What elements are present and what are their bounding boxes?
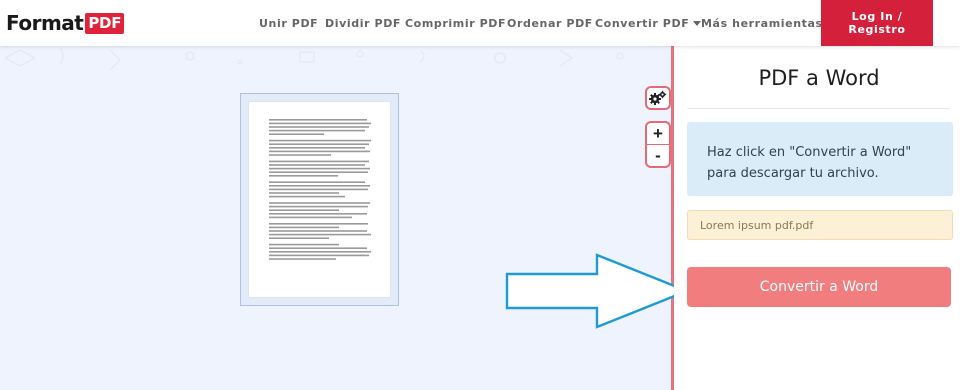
convert-to-word-button[interactable]: Convertir a Word — [687, 267, 951, 307]
page-text-line — [269, 192, 339, 194]
arrow-right-icon — [505, 253, 690, 329]
nav-slot: Más herramientas — [701, 0, 835, 46]
background-pattern — [3, 47, 624, 71]
zoom-out-button[interactable]: - — [645, 144, 671, 168]
page-text-line — [269, 119, 367, 121]
page-text-line — [269, 171, 368, 173]
page-text-line — [269, 247, 367, 249]
pdf-viewer: + - — [0, 46, 672, 390]
page-text-line — [269, 230, 367, 232]
nav-item-ordenar-pdf[interactable]: Ordenar PDF — [507, 17, 593, 30]
file-name-field: Lorem ipsum pdf.pdf — [687, 210, 953, 240]
page-text-line — [269, 167, 370, 170]
page-text-line — [269, 258, 336, 260]
panel-title: PDF a Word — [758, 66, 880, 90]
nav-item-mas-herramientas[interactable]: Más herramientas — [701, 17, 835, 30]
gear-icon — [649, 90, 667, 105]
page-text-line — [269, 202, 370, 204]
page-text-line — [269, 185, 370, 187]
logo-text: Format — [6, 11, 84, 35]
page-text-line — [269, 251, 371, 253]
page-text-line — [269, 205, 368, 208]
page-text-line — [269, 188, 368, 191]
page-text-line — [269, 223, 368, 225]
nav-item-dividir-pdf[interactable]: Dividir PDF — [325, 17, 401, 30]
settings-button[interactable] — [645, 86, 671, 110]
page-text-line — [269, 213, 367, 215]
page-text-line — [269, 143, 369, 145]
page-text-line — [269, 233, 371, 236]
page-text-line — [269, 237, 329, 239]
nav-item-comprimir-pdf[interactable]: Comprimir PDF — [405, 17, 506, 30]
page-text-line — [269, 164, 365, 166]
site-logo[interactable]: Format PDF — [6, 10, 125, 36]
pdf-page-thumbnail[interactable] — [240, 93, 399, 306]
page-text-line — [269, 147, 365, 149]
divider — [687, 108, 950, 109]
page-text-line — [269, 254, 369, 257]
nav-item-label: Convertir PDF — [595, 16, 690, 30]
nav-item-unir-pdf[interactable]: Unir PDF — [259, 17, 318, 30]
page-text-line — [269, 226, 339, 229]
nav-item-label: Más herramientas — [701, 16, 823, 30]
page-text-line — [269, 160, 369, 163]
nav-slot: Dividir PDF — [325, 0, 401, 46]
page-text-line — [269, 122, 371, 125]
page-text-line — [269, 126, 369, 128]
nav-item-convertir-pdf[interactable]: Convertir PDF — [595, 16, 702, 30]
zoom-in-button[interactable]: + — [645, 121, 671, 145]
page-text-line — [269, 195, 345, 198]
page-text-line — [269, 175, 338, 177]
page-text-line — [269, 129, 365, 132]
page-text-line — [269, 133, 324, 135]
page-text-line — [269, 154, 331, 156]
info-message: Haz click en "Convertir a Word" para des… — [687, 122, 953, 196]
page-text-lines — [269, 119, 371, 260]
pdf-page — [249, 102, 390, 297]
login-register-button[interactable]: Log In / Registro — [821, 0, 933, 46]
conversion-panel: PDF a Word Haz click en "Convertir a Wor… — [674, 46, 960, 390]
page-text-line — [269, 216, 352, 219]
nav-slot: Ordenar PDF — [507, 0, 593, 46]
nav-slot: Comprimir PDF — [405, 0, 506, 46]
page-text-line — [269, 209, 339, 211]
logo-badge: PDF — [85, 12, 125, 34]
page-text-line — [269, 243, 339, 246]
page-text-line — [269, 139, 371, 142]
page-text-line — [269, 150, 370, 153]
top-navigation-bar: Format PDF Unir PDF Dividir PDF Comprimi… — [0, 0, 960, 46]
nav-slot: Convertir PDF — [595, 0, 702, 46]
page-text-line — [269, 181, 365, 183]
